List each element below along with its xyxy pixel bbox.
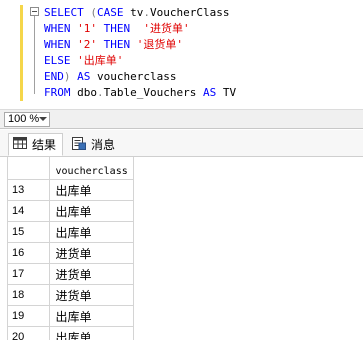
cell-voucherclass[interactable]: 出库单 [49, 221, 134, 243]
table-row[interactable]: 16 进货单 [8, 242, 134, 264]
cell-voucherclass[interactable]: 进货单 [49, 242, 134, 264]
code-token: WHEN [44, 22, 78, 35]
code-token: ) [63, 70, 78, 83]
grid-header-row: voucherclass [8, 157, 134, 180]
row-number[interactable]: 17 [8, 263, 50, 285]
zoom-bar: 100 % [0, 110, 363, 129]
code-line[interactable]: WHEN '1' THEN '进货单' [44, 21, 236, 37]
tab-messages[interactable]: 消息 [68, 133, 121, 156]
code-token: '进货单' [143, 22, 190, 35]
code-token: AS [202, 86, 223, 99]
column-header-voucherclass[interactable]: voucherclass [49, 157, 134, 180]
code-token: CASE [96, 6, 131, 19]
row-number[interactable]: 14 [8, 200, 50, 222]
results-grid[interactable]: voucherclass 13 出库单 14 出库单 15 出库单 16 进货单 17 进货单 18… [8, 157, 363, 340]
table-row[interactable]: 18 进货单 [8, 284, 134, 306]
code-token: AS [77, 70, 97, 83]
code-token: SELECT [44, 6, 91, 19]
tab-messages-label: 消息 [91, 138, 116, 152]
code-token: dbo [77, 86, 97, 99]
row-number[interactable]: 19 [8, 305, 50, 327]
cell-voucherclass[interactable]: 出库单 [49, 200, 134, 222]
table-row[interactable]: 13 出库单 [8, 179, 134, 201]
code-token: VoucherClass [149, 6, 230, 19]
code-line[interactable]: ELSE '出库单' [44, 53, 236, 69]
messages-icon [72, 136, 86, 153]
tab-results-label: 结果 [32, 138, 57, 152]
cell-voucherclass[interactable]: 出库单 [49, 326, 134, 340]
code-token: ( [90, 6, 97, 19]
code-token: voucherclass [97, 70, 177, 83]
outline-line [34, 12, 35, 94]
code-token: Table_Vouchers [103, 86, 203, 99]
zoom-select[interactable]: 100 % [4, 112, 50, 127]
code-token: . [143, 6, 150, 19]
row-number[interactable]: 15 [8, 221, 50, 243]
code-token: THEN [103, 22, 144, 35]
code-token: THEN [103, 38, 137, 51]
sql-editor[interactable]: SELECT (CASE tv.VoucherClass WHEN '1' THE… [0, 0, 363, 109]
row-number[interactable]: 16 [8, 242, 50, 264]
code-token: TV [222, 86, 237, 99]
change-tracking-bar [20, 5, 23, 101]
chevron-down-icon[interactable] [39, 117, 47, 121]
zoom-value: 100 % [8, 113, 40, 125]
code-token: '2' [77, 38, 104, 51]
code-line[interactable]: FROM dbo.Table_Vouchers AS TV [44, 85, 236, 101]
code-line[interactable]: END) AS voucherclass [44, 69, 236, 85]
tab-results[interactable]: 结果 [8, 133, 64, 156]
cell-voucherclass[interactable]: 进货单 [49, 263, 134, 285]
row-number[interactable]: 18 [8, 284, 50, 306]
code-line[interactable]: SELECT (CASE tv.VoucherClass [44, 5, 236, 21]
grid-icon [13, 137, 27, 152]
code-token: END [44, 70, 64, 83]
row-number[interactable]: 13 [8, 179, 50, 201]
collapse-icon[interactable] [30, 7, 39, 16]
table-row[interactable]: 17 进货单 [8, 263, 134, 285]
sql-code[interactable]: SELECT (CASE tv.VoucherClass WHEN '1' THE… [44, 5, 236, 101]
code-line[interactable]: WHEN '2' THEN '退货单' [44, 37, 236, 53]
row-number-header[interactable] [8, 157, 50, 180]
table-row[interactable]: 14 出库单 [8, 200, 134, 222]
code-token: '1' [77, 22, 104, 35]
result-tabs: 结果 消息 [0, 130, 363, 157]
table-row[interactable]: 20 出库单 [8, 326, 134, 340]
code-token: '出库单' [77, 54, 124, 67]
table-row[interactable]: 19 出库单 [8, 305, 134, 327]
cell-voucherclass[interactable]: 出库单 [49, 179, 134, 201]
cell-voucherclass[interactable]: 进货单 [49, 284, 134, 306]
code-token: '退货单' [136, 38, 183, 51]
editor-gutter [0, 0, 28, 109]
table-row[interactable]: 15 出库单 [8, 221, 134, 243]
row-number[interactable]: 20 [8, 326, 50, 340]
code-token: tv [130, 6, 144, 19]
code-token: . [97, 86, 104, 99]
cell-voucherclass[interactable]: 出库单 [49, 305, 134, 327]
code-token: ELSE [44, 54, 78, 67]
code-token: FROM [44, 86, 78, 99]
code-token: WHEN [44, 38, 78, 51]
